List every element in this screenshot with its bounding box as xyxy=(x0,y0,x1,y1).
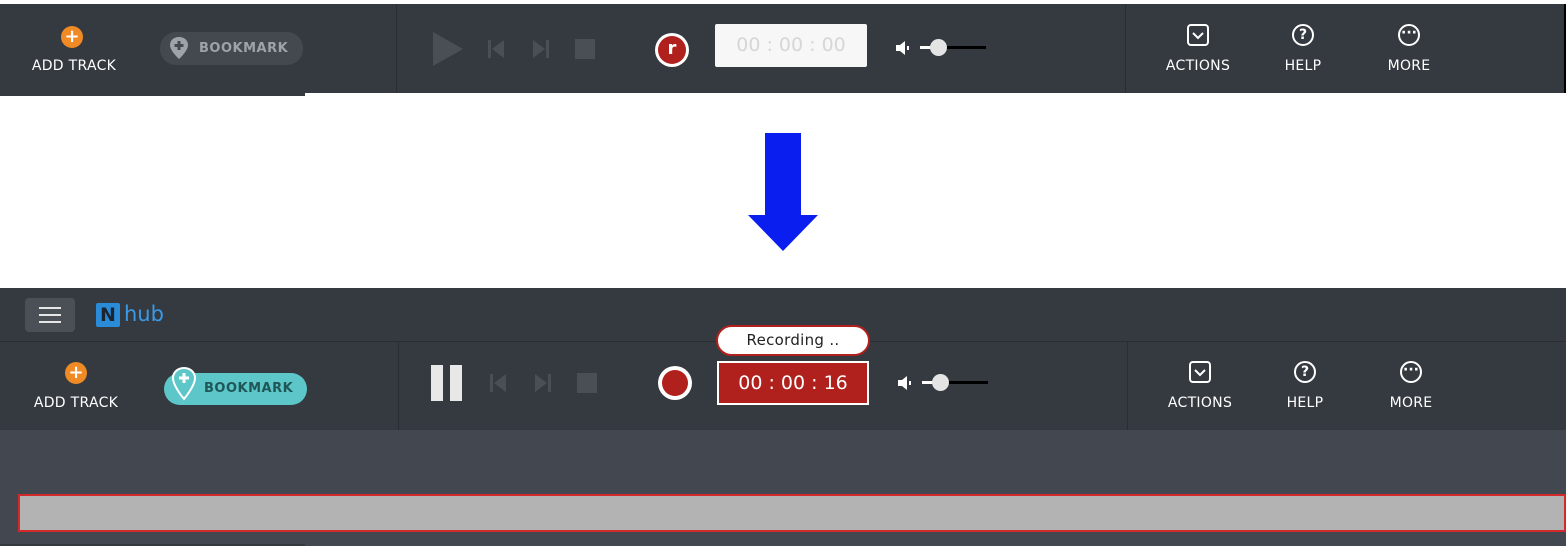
track-lane[interactable] xyxy=(18,494,1566,532)
bookmark-label: BOOKMARK xyxy=(204,381,294,396)
actions-label: ACTIONS xyxy=(1165,58,1231,74)
record-button[interactable]: r xyxy=(655,33,689,67)
speaker-icon[interactable] xyxy=(895,40,911,56)
timer-display: 00 : 00 : 00 xyxy=(715,24,867,67)
volume-knob[interactable] xyxy=(930,39,947,56)
add-track-button[interactable]: + ADD TRACK xyxy=(20,22,128,84)
help-button[interactable]: ? HELP xyxy=(1272,359,1338,421)
more-button[interactable]: ··· MORE xyxy=(1378,359,1444,421)
divider xyxy=(398,341,399,430)
pause-icon xyxy=(431,365,463,401)
play-icon[interactable] xyxy=(433,32,463,66)
help-icon: ? xyxy=(1292,24,1314,46)
stop-icon[interactable] xyxy=(575,39,595,59)
toolbar-before: + ADD TRACK BOOKMARK r 00 : 00 : 00 ACTI… xyxy=(0,4,1564,93)
bookmark-button[interactable]: BOOKMARK xyxy=(164,367,307,405)
more-button[interactable]: ··· MORE xyxy=(1376,22,1442,84)
timer-display: 00 : 00 : 16 xyxy=(717,361,869,405)
down-arrow-icon xyxy=(748,133,818,251)
record-r-icon: r xyxy=(658,36,686,64)
add-track-button[interactable]: + ADD TRACK xyxy=(22,359,130,421)
plus-icon: + xyxy=(61,26,83,48)
toolbar-underline xyxy=(0,93,305,96)
divider xyxy=(396,4,397,93)
volume-slider[interactable] xyxy=(920,38,986,58)
stop-icon[interactable] xyxy=(577,373,597,393)
more-label: MORE xyxy=(1387,58,1431,74)
chevron-down-icon xyxy=(1189,361,1211,383)
actions-label: ACTIONS xyxy=(1167,395,1233,411)
pause-button[interactable] xyxy=(431,365,463,401)
hamburger-icon xyxy=(39,307,61,323)
volume-slider[interactable] xyxy=(922,373,988,393)
map-pin-icon xyxy=(170,37,188,59)
skip-back-icon[interactable] xyxy=(490,374,506,392)
help-label: HELP xyxy=(1284,58,1322,74)
speaker-icon[interactable] xyxy=(897,375,913,391)
skip-forward-icon[interactable] xyxy=(535,374,551,392)
add-track-label: ADD TRACK xyxy=(31,58,117,74)
help-icon: ? xyxy=(1294,361,1316,383)
help-label: HELP xyxy=(1286,395,1324,411)
bookmark-label: BOOKMARK xyxy=(199,41,289,56)
record-button[interactable] xyxy=(658,366,692,400)
help-button[interactable]: ? HELP xyxy=(1270,22,1336,84)
volume-knob[interactable] xyxy=(932,374,949,391)
map-pin-icon xyxy=(172,367,196,401)
logo-text: hub xyxy=(124,302,164,326)
actions-button[interactable]: ACTIONS xyxy=(1155,22,1241,84)
divider xyxy=(1127,341,1128,430)
track-workspace xyxy=(0,430,1566,546)
bookmark-button[interactable]: BOOKMARK xyxy=(160,32,303,65)
add-track-label: ADD TRACK xyxy=(33,395,119,411)
skip-forward-icon[interactable] xyxy=(533,40,549,58)
plus-icon: + xyxy=(65,362,87,384)
record-dot-icon xyxy=(662,370,688,396)
recording-status-badge: Recording .. xyxy=(716,325,870,356)
more-icon: ··· xyxy=(1400,361,1422,383)
logo-mark: N xyxy=(96,303,120,327)
more-icon: ··· xyxy=(1398,24,1420,46)
chevron-down-icon xyxy=(1187,24,1209,46)
actions-button[interactable]: ACTIONS xyxy=(1157,359,1243,421)
skip-back-icon[interactable] xyxy=(488,40,504,58)
more-label: MORE xyxy=(1389,395,1433,411)
divider xyxy=(1125,4,1126,93)
hamburger-menu-button[interactable] xyxy=(25,298,75,332)
